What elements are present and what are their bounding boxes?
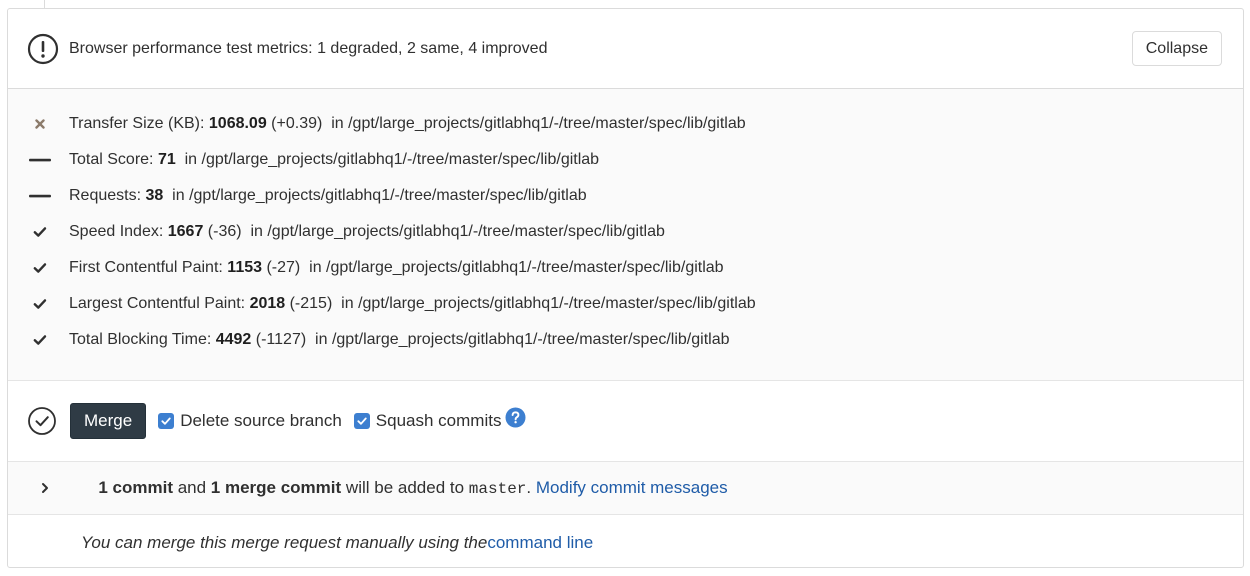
metric-value: 2018	[249, 295, 286, 312]
metric-path-prefix: in	[336, 295, 359, 312]
delete-source-branch-checkbox[interactable]: Delete source branch	[158, 411, 342, 431]
metric-value: 4492	[215, 331, 252, 348]
metric-path: /gpt/large_projects/gitlabhq1/-/tree/mas…	[348, 115, 746, 132]
close-icon	[29, 116, 51, 132]
metric-label: Transfer Size (KB):	[69, 115, 209, 132]
merge-actions: Merge Delete source branch Squash commit…	[8, 381, 1243, 462]
metric-label: Requests:	[69, 187, 146, 204]
delete-source-branch-label: Delete source branch	[180, 411, 342, 430]
degraded-label: degraded,	[325, 39, 407, 57]
metric-delta: (-215)	[285, 295, 337, 312]
metric-path: /gpt/large_projects/gitlabhq1/-/tree/mas…	[358, 295, 756, 312]
metric-path: /gpt/large_projects/gitlabhq1/-/tree/mas…	[331, 331, 730, 348]
metrics-list: Transfer Size (KB): 1068.09 (+0.39) in /…	[8, 89, 1243, 381]
commit-middle-text: will be added to	[341, 478, 469, 497]
metric-path: /gpt/large_projects/gitlabhq1/-/tree/mas…	[201, 151, 600, 168]
collapse-button[interactable]: Collapse	[1131, 31, 1222, 66]
metric-row: Largest Contentful Paint: 2018 (-215) in…	[8, 286, 1243, 322]
commit-and: and	[172, 478, 211, 497]
metric-path: /gpt/large_projects/gitlabhq1/-/tree/mas…	[189, 187, 587, 204]
metric-value: 71	[157, 151, 176, 168]
improved-count: 4	[468, 39, 478, 57]
check-icon	[29, 332, 51, 348]
commit-period: .	[526, 478, 536, 497]
chevron-right-icon[interactable]	[38, 481, 52, 495]
warning-icon	[27, 33, 59, 64]
checkbox-checked-icon[interactable]	[353, 413, 370, 429]
metric-path-prefix: in	[304, 259, 327, 276]
same-label: same,	[415, 39, 469, 57]
command-line-link[interactable]: command line	[487, 533, 593, 553]
metric-value: 1667	[167, 223, 204, 240]
commit-summary-row[interactable]: 1 commit and 1 merge commit will be adde…	[8, 462, 1243, 515]
check-circle-icon	[28, 407, 56, 435]
metric-row: Total Blocking Time: 4492 (-1127) in /gp…	[8, 322, 1243, 358]
metric-row: Requests: 38 in /gpt/large_projects/gitl…	[8, 178, 1243, 214]
check-icon	[29, 296, 51, 312]
target-branch: master	[468, 480, 527, 498]
metric-path-prefix: in	[310, 331, 332, 348]
metric-value: 38	[145, 187, 164, 204]
same-count: 2	[406, 39, 416, 57]
degraded-count: 1	[317, 39, 326, 57]
manual-merge-hint: You can merge this merge request manuall…	[8, 515, 1243, 567]
merge-request-widget: Browser performance test metrics: 1 degr…	[7, 8, 1244, 568]
manual-merge-text: You can merge this merge request manuall…	[81, 532, 488, 552]
performance-metrics-header: Browser performance test metrics: 1 degr…	[8, 9, 1243, 89]
commit-count: 1 commit	[98, 478, 173, 497]
improved-label: improved	[477, 39, 548, 57]
metric-label: Speed Index:	[69, 223, 168, 240]
merge-button[interactable]: Merge	[70, 403, 147, 439]
metric-delta: (-1127)	[251, 331, 311, 348]
metric-path: /gpt/large_projects/gitlabhq1/-/tree/mas…	[326, 259, 724, 276]
metric-delta: (-27)	[262, 259, 305, 276]
metric-label: First Contentful Paint:	[69, 259, 228, 276]
metric-row: First Contentful Paint: 1153 (-27) in /g…	[8, 250, 1243, 286]
metric-path-prefix: in	[246, 223, 268, 240]
squash-commits-checkbox[interactable]: Squash commits	[353, 411, 502, 431]
metric-label: Total Blocking Time:	[69, 331, 216, 348]
metric-row: Speed Index: 1667 (-36) in /gpt/large_pr…	[8, 214, 1243, 250]
modify-commit-messages-link[interactable]: Modify commit messages	[536, 478, 728, 497]
metric-value: 1153	[227, 259, 263, 276]
check-icon	[29, 260, 51, 276]
metric-label: Total Score:	[69, 151, 158, 168]
minus-icon	[29, 152, 51, 168]
metric-row: Total Score: 71 in /gpt/large_projects/g…	[8, 142, 1243, 178]
metrics-summary: Browser performance test metrics: 1 degr…	[69, 40, 1132, 58]
metric-delta: (+0.39)	[266, 115, 327, 132]
squash-commits-label: Squash commits	[375, 411, 502, 430]
metric-path-prefix: in	[326, 115, 349, 132]
metric-label: Largest Contentful Paint:	[69, 295, 250, 312]
checkbox-checked-icon[interactable]	[158, 413, 175, 429]
merge-commit-count: 1 merge commit	[210, 478, 342, 497]
timeline-connector	[44, 0, 45, 8]
metric-delta: (-36)	[203, 223, 247, 240]
metric-path-prefix: in	[163, 187, 190, 204]
check-icon	[29, 224, 51, 240]
metric-row: Transfer Size (KB): 1068.09 (+0.39) in /…	[8, 106, 1243, 142]
summary-prefix: Browser performance test metrics:	[69, 39, 318, 57]
metric-path-prefix: in	[175, 151, 202, 168]
metric-path: /gpt/large_projects/gitlabhq1/-/tree/mas…	[267, 223, 665, 240]
minus-icon	[29, 188, 51, 204]
metric-value: 1068.09	[208, 115, 267, 132]
question-icon[interactable]	[505, 407, 526, 428]
